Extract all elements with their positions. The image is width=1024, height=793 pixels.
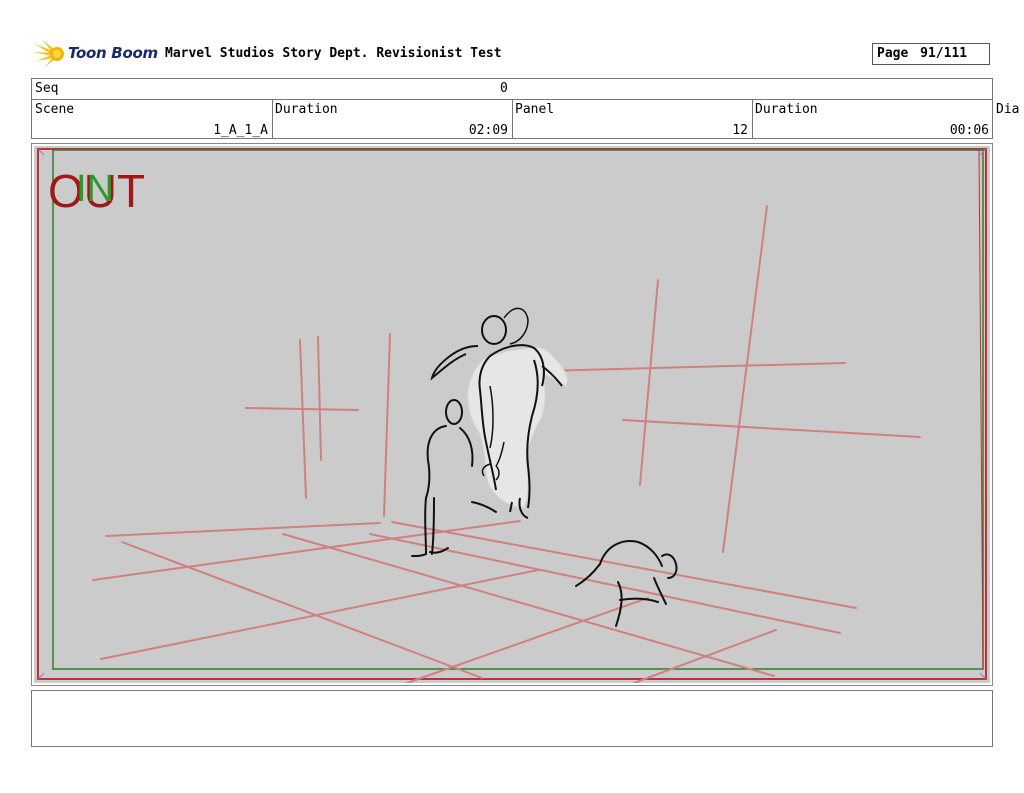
scene-label: Scene xyxy=(35,102,75,117)
duration-value: 02:09 xyxy=(468,123,508,138)
seq-label: Seq xyxy=(35,81,59,96)
divider xyxy=(512,99,513,139)
panel-value: 12 xyxy=(732,123,748,138)
shot-info-table: Seq 0 Scene 1_A_1_A Duration 02:09 Panel… xyxy=(31,78,993,139)
notes-text xyxy=(32,691,992,699)
in-marker: IN xyxy=(76,168,114,210)
starburst-icon xyxy=(33,40,64,67)
page-number: 91/111 xyxy=(920,46,968,61)
page-label: Page xyxy=(877,46,909,61)
divider xyxy=(752,99,753,139)
logo-text: Toon Boom xyxy=(68,44,158,62)
dialogue-notes-box xyxy=(31,690,993,747)
storyboard-panel-image: OUT IN xyxy=(34,146,990,683)
page-indicator: Page 91/111 xyxy=(872,43,990,65)
seq-value: 0 xyxy=(500,81,508,96)
divider xyxy=(272,99,273,139)
scene-value: 1_A_1_A xyxy=(213,123,268,138)
panel-label: Panel xyxy=(515,102,555,117)
document-title: Marvel Studios Story Dept. Revisionist T… xyxy=(165,46,502,61)
panel-duration-value: 00:06 xyxy=(949,123,989,138)
panel-duration-label: Duration xyxy=(755,102,818,117)
duration-label: Duration xyxy=(275,102,338,117)
dialogue-label: Dia xyxy=(996,102,1020,117)
seq-row: Seq 0 xyxy=(32,79,992,100)
